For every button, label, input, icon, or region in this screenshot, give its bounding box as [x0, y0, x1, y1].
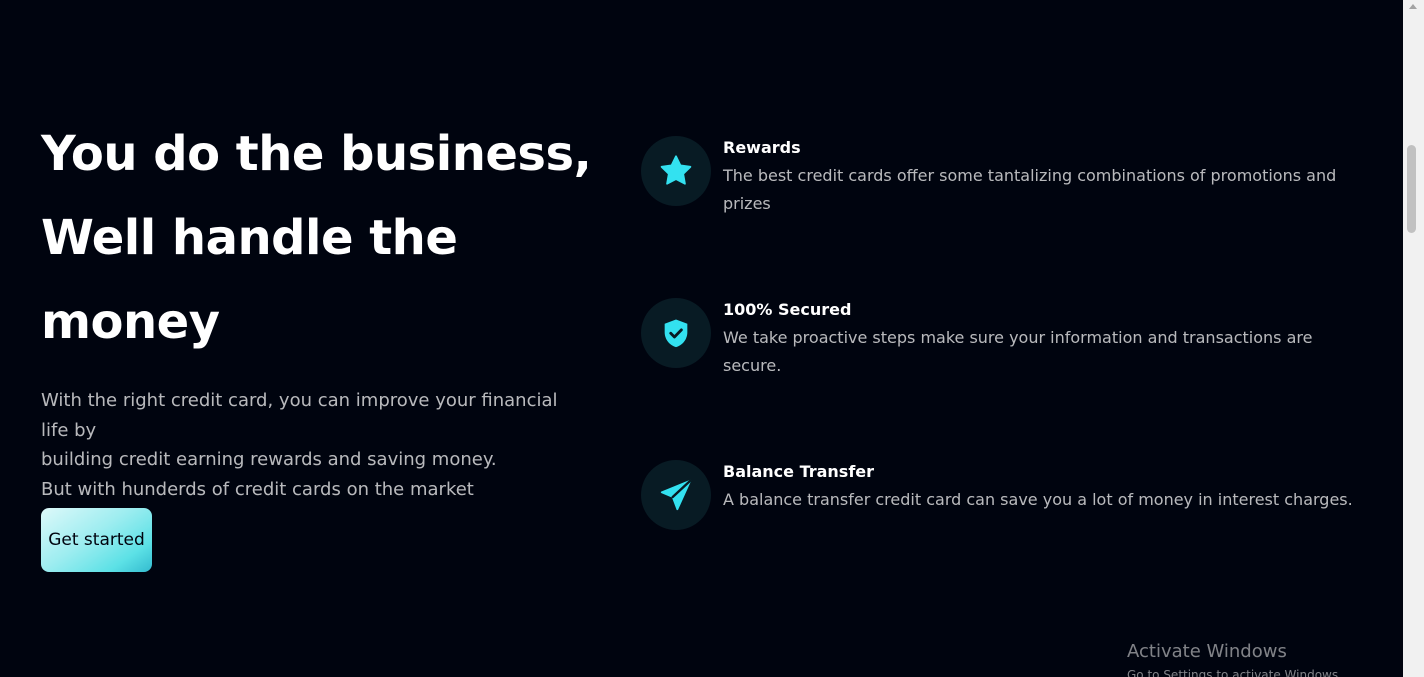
vertical-scrollbar[interactable] [1403, 0, 1424, 677]
hero-description-line: building credit earning rewards and savi… [41, 449, 497, 470]
hero-description-line: But with hunderds of credit cards on the… [41, 478, 474, 500]
hero-section: You do the business, Well handle the mon… [41, 112, 621, 572]
watermark-subtitle: Go to Settings to activate Windows. [1127, 668, 1342, 677]
feature-text: Balance Transfer A balance transfer cred… [723, 460, 1371, 514]
hero-description-line: With the right credit card, you can impr… [41, 390, 558, 411]
star-icon [660, 155, 692, 185]
hero-title-line: You do the business, [41, 126, 592, 182]
hero-title-line: Well handle the [41, 210, 458, 266]
hero-description-line: life by [41, 419, 97, 441]
feature-description: We take proactive steps make sure your i… [723, 328, 1313, 375]
activate-windows-watermark: Activate Windows Go to Settings to activ… [1127, 640, 1397, 677]
feature-text: Rewards The best credit cards offer some… [723, 136, 1371, 217]
feature-icon-circle [641, 460, 711, 530]
feature-text: 100% Secured We take proactive steps mak… [723, 298, 1371, 379]
watermark-title: Activate Windows [1127, 641, 1287, 662]
hero-title: You do the business, Well handle the mon… [41, 112, 621, 364]
hero-description: With the right credit card, you can impr… [41, 386, 611, 504]
feature-description: A balance transfer credit card can save … [723, 490, 1353, 509]
get-started-button[interactable]: Get started [41, 508, 152, 572]
feature-title: Rewards [723, 138, 801, 157]
feature-icon-circle [641, 136, 711, 206]
scroll-up-arrow-icon[interactable] [1409, 4, 1417, 9]
feature-icon-circle [641, 298, 711, 368]
send-icon [660, 479, 692, 511]
feature-description: The best credit cards offer some tantali… [723, 166, 1337, 213]
feature-title: Balance Transfer [723, 462, 875, 481]
hero-title-line: money [41, 294, 220, 350]
feature-title: 100% Secured [723, 300, 852, 319]
shield-check-icon [664, 319, 688, 348]
scroll-thumb[interactable] [1407, 145, 1416, 233]
page: You do the business, Well handle the mon… [0, 0, 1424, 677]
